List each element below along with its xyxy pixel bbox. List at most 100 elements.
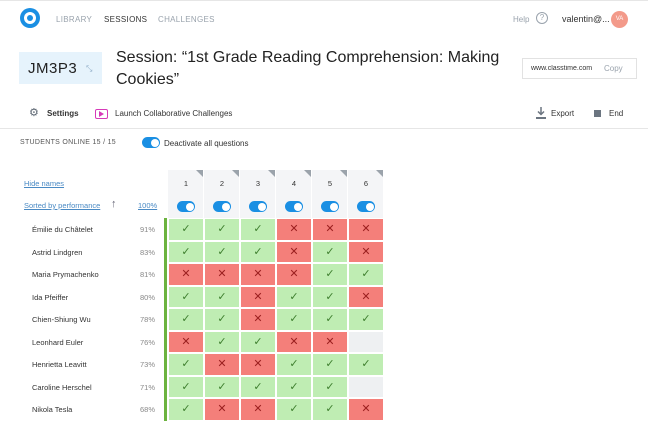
wrong-answer-cell[interactable]: ✕ (348, 398, 384, 421)
hide-names-link[interactable]: Hide names (24, 179, 64, 188)
student-name[interactable]: Émilie du Châtelet (32, 225, 93, 234)
correct-answer-cell[interactable]: ✓ (240, 240, 276, 263)
sort-arrow-icon[interactable]: ↑ (111, 198, 117, 210)
correct-answer-cell[interactable]: ✓ (204, 285, 240, 308)
launch-challenges-button[interactable]: Launch Collaborative Challenges (115, 109, 232, 118)
wrong-answer-cell[interactable]: ✕ (240, 353, 276, 376)
correct-answer-cell[interactable]: ✓ (276, 285, 312, 308)
overall-percentage[interactable]: 100% (138, 201, 157, 210)
question-header-4[interactable]: 4 (276, 170, 312, 218)
question-header-2[interactable]: 2 (204, 170, 240, 218)
student-name[interactable]: Nikola Tesla (32, 405, 72, 414)
correct-answer-cell[interactable]: ✓ (276, 375, 312, 398)
correct-answer-cell[interactable]: ✓ (168, 353, 204, 376)
wrong-answer-cell[interactable]: ✕ (240, 263, 276, 286)
wrong-answer-cell[interactable]: ✕ (204, 353, 240, 376)
correct-answer-cell[interactable]: ✓ (168, 285, 204, 308)
stop-icon[interactable] (594, 110, 601, 117)
question-toggle[interactable] (321, 201, 339, 212)
correct-answer-cell[interactable]: ✓ (312, 308, 348, 331)
wrong-answer-cell[interactable]: ✕ (240, 285, 276, 308)
wrong-answer-cell[interactable]: ✕ (204, 398, 240, 421)
help-link[interactable]: Help (513, 15, 529, 24)
question-header-5[interactable]: 5 (312, 170, 348, 218)
wrong-answer-cell[interactable]: ✕ (348, 285, 384, 308)
question-header-1[interactable]: 1 (168, 170, 204, 218)
nav-challenges[interactable]: CHALLENGES (158, 15, 215, 24)
correct-answer-cell[interactable]: ✓ (168, 240, 204, 263)
student-name[interactable]: Ida Pfeiffer (32, 293, 68, 302)
wrong-answer-cell[interactable]: ✕ (276, 240, 312, 263)
correct-answer-cell[interactable]: ✓ (276, 398, 312, 421)
correct-answer-cell[interactable]: ✓ (348, 353, 384, 376)
classtime-logo-icon[interactable] (20, 8, 40, 28)
wrong-answer-cell[interactable]: ✕ (276, 263, 312, 286)
user-email[interactable]: valentin@... (562, 14, 610, 24)
wrong-answer-cell[interactable]: ✕ (276, 218, 312, 241)
correct-answer-cell[interactable]: ✓ (240, 330, 276, 353)
correct-answer-cell[interactable]: ✓ (204, 330, 240, 353)
export-button[interactable]: Export (551, 109, 574, 118)
correct-answer-cell[interactable]: ✓ (240, 375, 276, 398)
correct-answer-cell[interactable]: ✓ (168, 218, 204, 241)
correct-answer-cell[interactable]: ✓ (204, 240, 240, 263)
wrong-answer-cell[interactable]: ✕ (312, 330, 348, 353)
correct-answer-cell[interactable]: ✓ (240, 218, 276, 241)
session-code-box[interactable]: JM3P3 ⤡ (19, 52, 102, 84)
question-toggle[interactable] (177, 201, 195, 212)
correct-answer-cell[interactable]: ✓ (312, 375, 348, 398)
settings-button[interactable]: Settings (47, 109, 79, 118)
nav-sessions[interactable]: SESSIONS (104, 15, 147, 24)
student-name[interactable]: Astrid Lindgren (32, 248, 82, 257)
correct-answer-cell[interactable]: ✓ (276, 308, 312, 331)
empty-answer-cell[interactable] (348, 330, 384, 353)
expand-icon[interactable]: ⤡ (86, 64, 92, 74)
session-link[interactable]: www.classtime.com (531, 65, 593, 72)
avatar[interactable]: VA (611, 11, 628, 28)
correct-answer-cell[interactable]: ✓ (312, 240, 348, 263)
correct-answer-cell[interactable]: ✓ (348, 308, 384, 331)
wrong-answer-cell[interactable]: ✕ (240, 398, 276, 421)
wrong-answer-cell[interactable]: ✕ (168, 263, 204, 286)
question-toggle[interactable] (249, 201, 267, 212)
wrong-answer-cell[interactable]: ✕ (312, 218, 348, 241)
student-name[interactable]: Chien-Shiung Wu (32, 315, 91, 324)
correct-answer-cell[interactable]: ✓ (312, 353, 348, 376)
question-toggle[interactable] (213, 201, 231, 212)
end-button[interactable]: End (609, 109, 623, 118)
wrong-answer-cell[interactable]: ✕ (168, 330, 204, 353)
wrong-answer-cell[interactable]: ✕ (348, 240, 384, 263)
correct-answer-cell[interactable]: ✓ (204, 375, 240, 398)
student-name[interactable]: Henrietta Leavitt (32, 360, 87, 369)
correct-answer-cell[interactable]: ✓ (312, 263, 348, 286)
wrong-answer-cell[interactable]: ✕ (204, 263, 240, 286)
correct-answer-cell[interactable]: ✓ (312, 398, 348, 421)
sort-by-link[interactable]: Sorted by performance (24, 201, 100, 210)
correct-answer-cell[interactable]: ✓ (168, 375, 204, 398)
question-header-3[interactable]: 3 (240, 170, 276, 218)
question-toggle[interactable] (285, 201, 303, 212)
question-toggle[interactable] (357, 201, 375, 212)
wrong-answer-cell[interactable]: ✕ (240, 308, 276, 331)
download-icon[interactable] (536, 107, 546, 119)
wrong-answer-cell[interactable]: ✕ (348, 218, 384, 241)
correct-answer-cell[interactable]: ✓ (168, 308, 204, 331)
help-icon[interactable]: ? (536, 12, 548, 24)
correct-answer-cell[interactable]: ✓ (276, 353, 312, 376)
empty-answer-cell[interactable] (348, 375, 384, 398)
deactivate-all-toggle[interactable] (142, 137, 160, 148)
gear-icon[interactable]: ⚙ (29, 108, 39, 119)
question-header-6[interactable]: 6 (348, 170, 384, 218)
correct-answer-cell[interactable]: ✓ (204, 308, 240, 331)
correct-answer-cell[interactable]: ✓ (204, 218, 240, 241)
student-name[interactable]: Maria Prymachenko (32, 270, 99, 279)
wrong-answer-cell[interactable]: ✕ (276, 330, 312, 353)
correct-answer-cell[interactable]: ✓ (312, 285, 348, 308)
student-name[interactable]: Leonhard Euler (32, 338, 83, 347)
student-name[interactable]: Caroline Herschel (32, 383, 92, 392)
correct-answer-cell[interactable]: ✓ (348, 263, 384, 286)
video-icon[interactable] (95, 109, 108, 119)
correct-answer-cell[interactable]: ✓ (168, 398, 204, 421)
nav-library[interactable]: LIBRARY (56, 15, 92, 24)
copy-button[interactable]: Copy (604, 64, 623, 73)
